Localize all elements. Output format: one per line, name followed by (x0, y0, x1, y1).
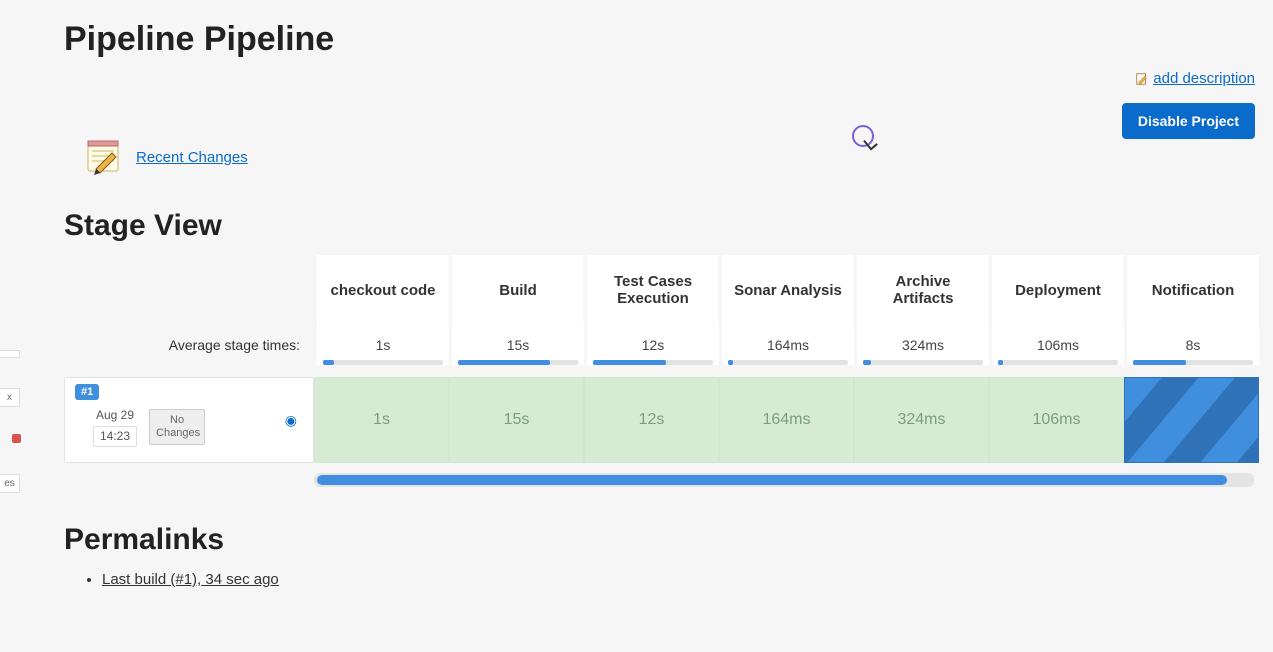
run-cell[interactable]: 164ms (719, 377, 854, 463)
stage-header: Sonar Analysis (719, 255, 854, 325)
avg-cell: 1s (314, 325, 449, 365)
edit-icon (1135, 72, 1149, 86)
stage-header: checkout code (314, 255, 449, 325)
add-description-link[interactable]: add description (1135, 70, 1255, 87)
stage-header: Notification (1124, 255, 1259, 325)
avg-cell: 15s (449, 325, 584, 365)
page-title: Pipeline Pipeline (64, 20, 1253, 59)
run-cell[interactable]: 106ms (989, 377, 1124, 463)
avg-bar (1133, 360, 1186, 365)
recent-changes-link[interactable]: Recent Changes (136, 149, 248, 166)
sidebar-fragment: es (0, 474, 20, 493)
avg-bar (728, 360, 733, 365)
avg-bar (863, 360, 871, 365)
stage-header-blank (64, 255, 314, 325)
running-icon: ◉ (285, 412, 297, 429)
build-row-head[interactable]: #1 Aug 29 14:23 No Changes ◉ (64, 377, 314, 463)
add-description-label: add description (1153, 70, 1255, 87)
avg-bar (323, 360, 334, 365)
stage-horizontal-scrollbar[interactable] (314, 473, 1254, 487)
avg-bar (458, 360, 550, 365)
stage-view-table: checkout code Build Test Cases Execution… (64, 255, 1259, 487)
avg-cell: 324ms (854, 325, 989, 365)
no-changes-badge: No Changes (149, 409, 205, 445)
sidebar-fragment: x (0, 388, 20, 407)
list-item: Last build (#1), 34 sec ago (102, 571, 1253, 589)
stage-header: Deployment (989, 255, 1124, 325)
avg-bar (593, 360, 666, 365)
avg-bar (998, 360, 1003, 365)
stage-view-heading: Stage View (64, 209, 1253, 243)
build-number-badge: #1 (75, 384, 99, 400)
disable-project-button[interactable]: Disable Project (1122, 103, 1255, 139)
avg-cell: 164ms (719, 325, 854, 365)
run-cell[interactable]: 1s (314, 377, 449, 463)
status-dot-icon (12, 434, 21, 443)
run-cell[interactable]: 15s (449, 377, 584, 463)
stage-header: Build (449, 255, 584, 325)
run-cell[interactable]: 12s (584, 377, 719, 463)
permalinks-heading: Permalinks (64, 523, 1253, 557)
avg-cell: 106ms (989, 325, 1124, 365)
scrollbar-thumb[interactable] (317, 475, 1227, 485)
stage-header: Test Cases Execution (584, 255, 719, 325)
notepad-icon (82, 135, 126, 179)
run-cell[interactable]: 324ms (854, 377, 989, 463)
avg-cell: 12s (584, 325, 719, 365)
avg-cell: 8s (1124, 325, 1259, 365)
sidebar-fragment (0, 350, 20, 358)
last-build-link[interactable]: Last build (#1), 34 sec ago (102, 571, 279, 588)
average-times-label: Average stage times: (64, 325, 314, 365)
stage-header: Archive Artifacts (854, 255, 989, 325)
build-date: Aug 29 14:23 (93, 407, 137, 447)
run-cell-running[interactable] (1124, 377, 1259, 463)
